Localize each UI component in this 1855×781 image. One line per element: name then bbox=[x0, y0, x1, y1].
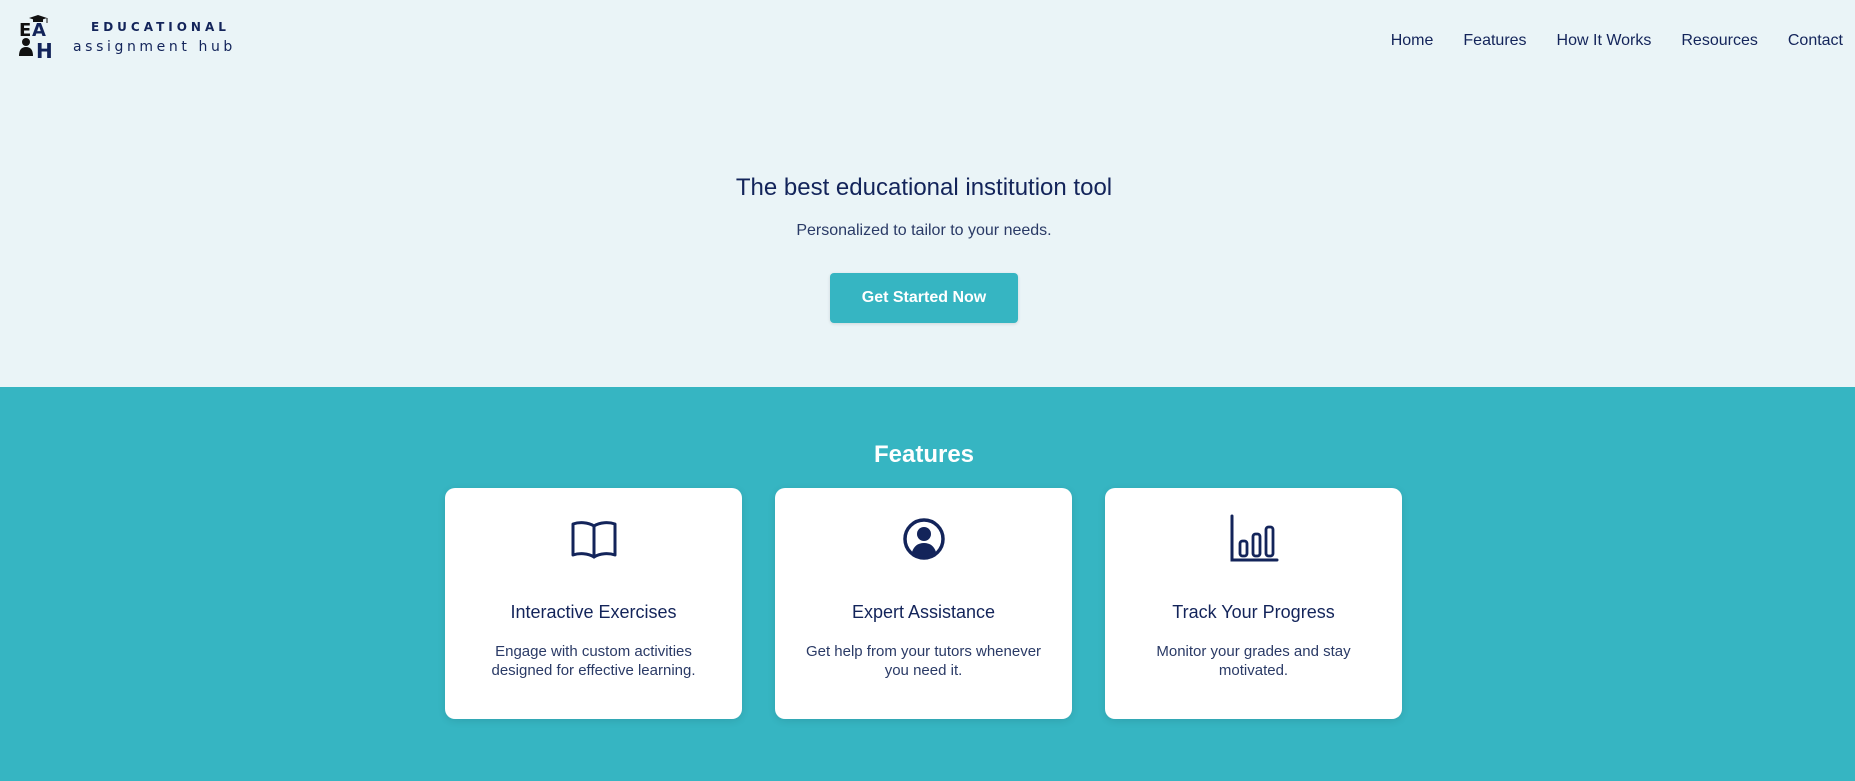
feature-card-interactive-exercises: Interactive Exercises Engage with custom… bbox=[445, 488, 742, 719]
nav-item-home[interactable]: Home bbox=[1391, 31, 1434, 53]
brand-logo[interactable]: E A H EDUCATIONAL assignment hub bbox=[18, 14, 258, 62]
feature-card-description: Get help from your tutors whenever you n… bbox=[805, 643, 1042, 679]
nav-item-contact[interactable]: Contact bbox=[1788, 31, 1843, 53]
site-header: E A H EDUCATIONAL assignment hub Home Fe… bbox=[0, 0, 1855, 84]
nav-item-features[interactable]: Features bbox=[1463, 31, 1526, 53]
brand-name-bottom: assignment hub bbox=[73, 39, 236, 55]
feature-card-track-progress: Track Your Progress Monitor your grades … bbox=[1105, 488, 1402, 719]
svg-text:E: E bbox=[19, 20, 31, 41]
main-nav: Home Features How It Works Resources Con… bbox=[1391, 31, 1855, 53]
brand-name-top: EDUCATIONAL bbox=[91, 20, 230, 34]
logo-mark-icon: E A H bbox=[19, 15, 53, 60]
nav-item-resources[interactable]: Resources bbox=[1681, 31, 1757, 53]
hero-title: The best educational institution tool bbox=[735, 174, 1113, 201]
feature-card-description: Engage with custom activities designed f… bbox=[491, 643, 696, 679]
svg-text:H: H bbox=[36, 39, 53, 60]
feature-card-title: Interactive Exercises bbox=[510, 602, 677, 622]
user-circle-icon bbox=[903, 518, 945, 560]
hero-subtitle: Personalized to tailor to your needs. bbox=[796, 222, 1052, 239]
feature-card-title: Expert Assistance bbox=[851, 602, 996, 622]
svg-text:A: A bbox=[32, 20, 46, 41]
open-book-icon bbox=[571, 521, 617, 559]
page: E A H EDUCATIONAL assignment hub Home Fe… bbox=[0, 0, 1855, 781]
feature-card-expert-assistance: Expert Assistance Get help from your tut… bbox=[775, 488, 1072, 719]
get-started-button[interactable]: Get Started Now bbox=[830, 273, 1018, 323]
features-heading: Features bbox=[873, 441, 975, 468]
nav-item-how-it-works[interactable]: How It Works bbox=[1557, 31, 1652, 53]
bar-chart-icon bbox=[1230, 514, 1279, 562]
feature-card-description: Monitor your grades and stay motivated. bbox=[1156, 643, 1351, 679]
feature-card-title: Track Your Progress bbox=[1172, 602, 1335, 622]
features-section: Features Interactive Exercises Engage wi… bbox=[0, 387, 1855, 781]
